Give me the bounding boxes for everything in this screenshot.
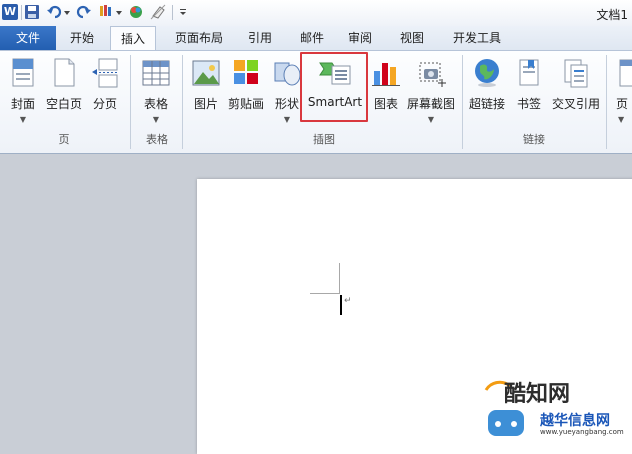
watermark-text: 酷知网 <box>504 382 571 407</box>
chart-label: 图表 <box>373 97 398 111</box>
format-painter-icon[interactable] <box>98 4 124 20</box>
blank-page-button[interactable]: 空白页 <box>44 57 84 129</box>
save-icon[interactable] <box>24 4 40 20</box>
ribbon-insert: 封面 ▼ 空白页 分页 页 表格 ▼ 表格 图片 剪贴画 形状 ▼ SmartA… <box>0 50 632 154</box>
dropdown-arrow-icon: ▼ <box>283 115 291 124</box>
blank-page-icon <box>54 58 75 87</box>
bookmark-icon <box>519 59 539 86</box>
shapes-icon <box>274 62 301 86</box>
tab-review[interactable]: 审阅 <box>338 26 382 50</box>
table-icon <box>142 60 170 86</box>
cross-reference-label: 交叉引用 <box>551 97 600 111</box>
header-icon <box>619 59 632 87</box>
clip-art-icon <box>234 60 258 84</box>
hyperlink-icon <box>475 59 499 87</box>
group-label-illustrations: 插图 <box>313 133 335 146</box>
bookmark-label: 书签 <box>516 97 541 111</box>
watermark-url: www.yueyangbang.com <box>540 428 624 436</box>
picture-icon <box>192 60 220 86</box>
page-break-label: 分页 <box>92 97 117 111</box>
qat-separator <box>172 5 173 20</box>
hyperlink-label: 超链接 <box>468 97 505 111</box>
tab-home[interactable]: 开始 <box>60 26 104 50</box>
group-label-links: 链接 <box>523 133 545 146</box>
blank-page-label: 空白页 <box>45 97 82 111</box>
undo-icon[interactable] <box>46 4 72 20</box>
page-break-icon <box>92 58 118 88</box>
group-separator <box>606 55 607 149</box>
customize-arrow-icon[interactable] <box>178 4 188 20</box>
tab-references[interactable]: 引用 <box>240 26 280 50</box>
clip-art-button[interactable]: 剪贴画 <box>226 57 266 129</box>
shapes-label: 形状 <box>274 97 299 111</box>
color-icon[interactable] <box>128 4 144 20</box>
qat-separator <box>21 5 22 20</box>
ribbon-tab-row: 文件 开始 插入 页面布局 引用 邮件 审阅 视图 开发工具 <box>0 26 632 50</box>
tab-insert[interactable]: 插入 <box>110 26 156 50</box>
margin-corner-mark <box>310 293 340 294</box>
window-title: 文档1 <box>596 8 628 22</box>
cover-page-button[interactable]: 封面 ▼ <box>6 57 40 129</box>
dropdown-arrow-icon: ▼ <box>427 115 435 124</box>
tab-developer[interactable]: 开发工具 <box>442 26 512 50</box>
tab-view[interactable]: 视图 <box>390 26 434 50</box>
picture-label: 图片 <box>193 97 218 111</box>
paragraph-mark-icon: ↵ <box>344 296 352 306</box>
header-footer-partial-button[interactable]: 页 ▼ <box>612 57 632 129</box>
quick-access-toolbar: W 文档1 <box>0 0 632 26</box>
screenshot-button[interactable]: 屏幕截图 ▼ <box>404 57 458 129</box>
group-separator <box>462 55 463 149</box>
margin-corner-mark <box>339 263 340 294</box>
text-cursor <box>340 295 342 315</box>
bookmark-button[interactable]: 书签 <box>512 57 546 129</box>
table-label: 表格 <box>143 97 168 111</box>
group-label-page: 页 <box>58 133 70 146</box>
dropdown-arrow-icon: ▼ <box>19 115 27 124</box>
redo-icon[interactable] <box>76 4 92 20</box>
screenshot-label: 屏幕截图 <box>406 97 455 111</box>
watermark-site-name: 越华信息网 <box>540 413 610 429</box>
tab-page-layout[interactable]: 页面布局 <box>162 26 236 50</box>
cover-page-icon <box>12 58 34 87</box>
eraser-icon[interactable] <box>150 4 166 20</box>
hyperlink-button[interactable]: 超链接 <box>466 57 508 129</box>
word-app-icon[interactable]: W <box>2 4 18 20</box>
smartart-highlight-box <box>300 52 368 122</box>
table-button[interactable]: 表格 ▼ <box>138 57 174 129</box>
picture-button[interactable]: 图片 <box>188 57 224 129</box>
group-label-table: 表格 <box>146 133 168 146</box>
clip-art-label: 剪贴画 <box>227 97 264 111</box>
page-break-button[interactable]: 分页 <box>88 57 122 129</box>
cross-reference-icon <box>564 59 588 88</box>
cross-reference-button[interactable]: 交叉引用 <box>550 57 602 129</box>
group-separator <box>182 55 183 149</box>
cover-page-label: 封面 <box>10 97 35 111</box>
chart-icon <box>372 63 400 86</box>
shapes-button[interactable]: 形状 ▼ <box>270 57 304 129</box>
page-partial-label: 页 <box>616 97 629 111</box>
chart-button[interactable]: 图表 <box>370 57 402 129</box>
tab-mailings[interactable]: 邮件 <box>290 26 334 50</box>
group-separator <box>130 55 131 149</box>
dropdown-arrow-icon: ▼ <box>618 115 625 124</box>
screenshot-icon <box>419 62 446 87</box>
dropdown-arrow-icon: ▼ <box>152 115 160 124</box>
tab-file[interactable]: 文件 <box>0 26 56 50</box>
